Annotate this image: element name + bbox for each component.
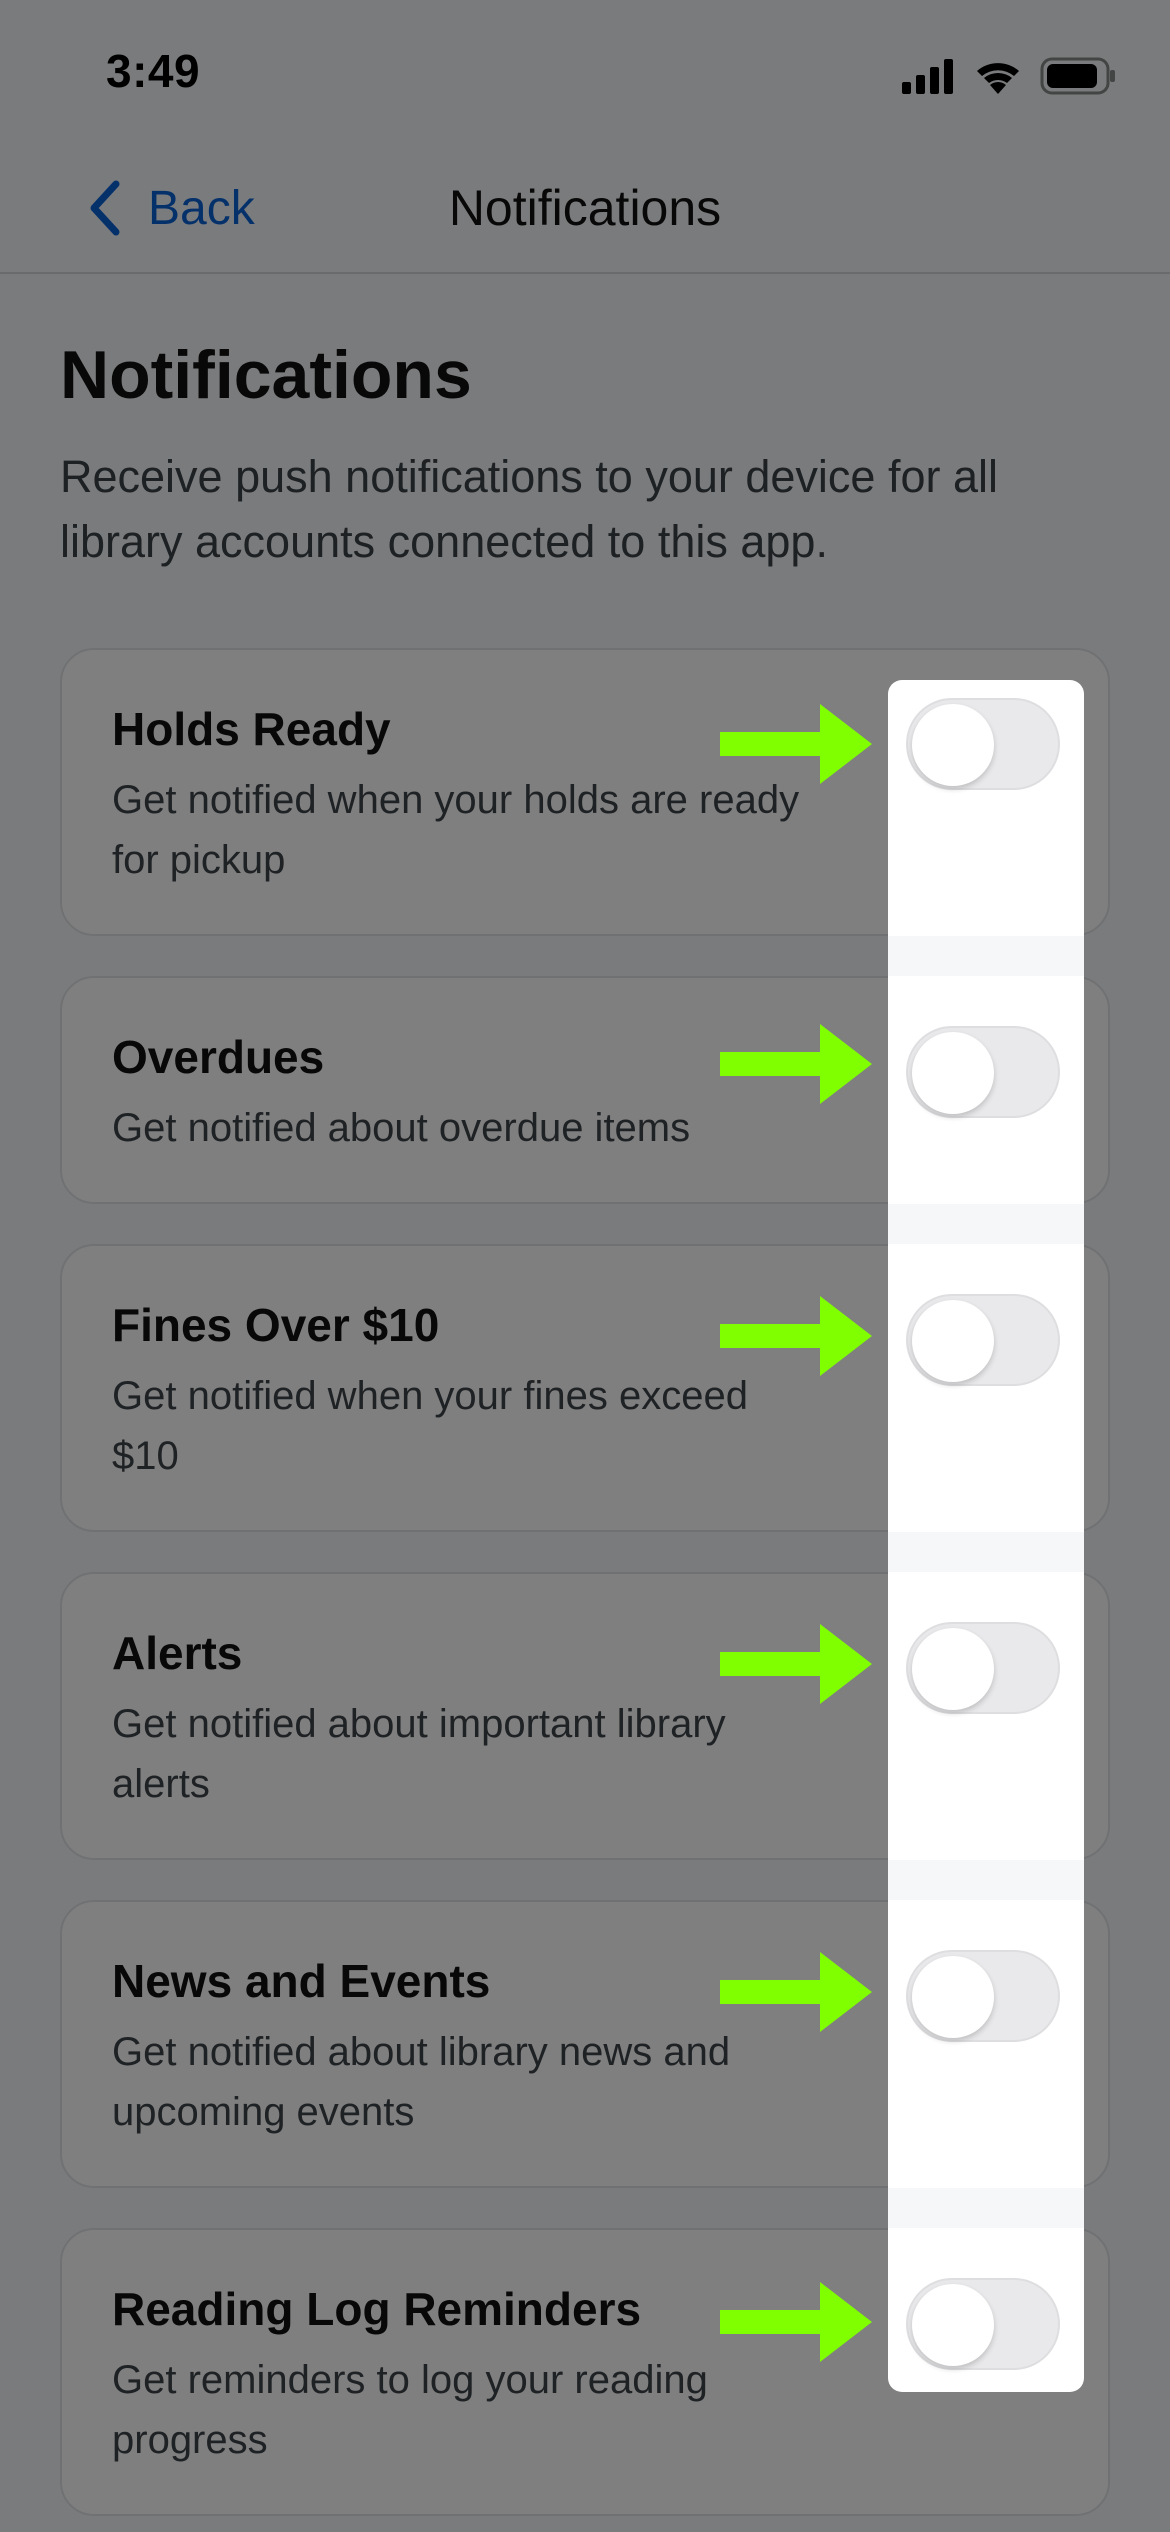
- setting-description: Get notified about important library ale…: [112, 1702, 726, 1806]
- back-button-label: Back: [148, 181, 255, 235]
- toggle-fines-highlighted[interactable]: [906, 1294, 1060, 1386]
- toggle-knob: [912, 1956, 994, 2038]
- chevron-left-icon: [90, 180, 120, 236]
- status-bar: 3:49: [0, 0, 1170, 140]
- panel-gap: [888, 1204, 1084, 1244]
- toggle-knob: [912, 2284, 994, 2366]
- toggle-knob: [912, 1032, 994, 1114]
- arrow-right-icon: [720, 1624, 872, 1704]
- setting-title: News and Events: [112, 1955, 491, 2007]
- toggle-alerts-highlighted[interactable]: [906, 1622, 1060, 1714]
- arrow-right-icon: [720, 1952, 872, 2032]
- setting-title: Holds Ready: [112, 703, 391, 755]
- setting-description: Get reminders to log your reading progre…: [112, 2358, 708, 2462]
- arrow-right-icon: [720, 1024, 872, 1104]
- cellular-signal-icon: [902, 59, 953, 94]
- setting-description: Get notified about overdue items: [112, 1106, 691, 1150]
- panel-gap: [888, 2188, 1084, 2228]
- page-title: Notifications: [60, 337, 472, 413]
- wifi-icon: [977, 63, 1019, 94]
- navigation-bar: Notifications Back: [0, 140, 1170, 274]
- toggle-knob: [912, 704, 994, 786]
- panel-gap: [888, 936, 1084, 976]
- toggle-holds-ready-highlighted[interactable]: [906, 698, 1060, 790]
- panel-gap: [888, 1532, 1084, 1572]
- toggle-knob: [912, 1300, 994, 1382]
- status-icons: [902, 56, 1116, 96]
- setting-title: Overdues: [112, 1031, 325, 1083]
- setting-description: Get notified about library news and upco…: [112, 2030, 731, 2134]
- page-description: Receive push notifications to your devic…: [60, 451, 998, 567]
- setting-description: Get notified when your holds are ready f…: [112, 778, 800, 882]
- setting-title: Reading Log Reminders: [112, 2283, 642, 2335]
- arrow-right-icon: [720, 1296, 872, 1376]
- toggle-knob: [912, 1628, 994, 1710]
- back-button[interactable]: Back: [88, 176, 255, 240]
- setting-title: Alerts: [112, 1627, 243, 1679]
- toggle-overdues-highlighted[interactable]: [906, 1026, 1060, 1118]
- arrow-right-icon: [720, 2282, 872, 2362]
- toggle-reading-log-highlighted[interactable]: [906, 2278, 1060, 2370]
- status-time: 3:49: [106, 45, 201, 97]
- setting-title: Fines Over $10: [112, 1299, 440, 1351]
- battery-icon: [1040, 57, 1115, 95]
- setting-description: Get notified when your fines exceed $10: [112, 1374, 748, 1478]
- panel-gap: [888, 1860, 1084, 1900]
- toggle-news-events-highlighted[interactable]: [906, 1950, 1060, 2042]
- arrow-right-icon: [720, 704, 872, 784]
